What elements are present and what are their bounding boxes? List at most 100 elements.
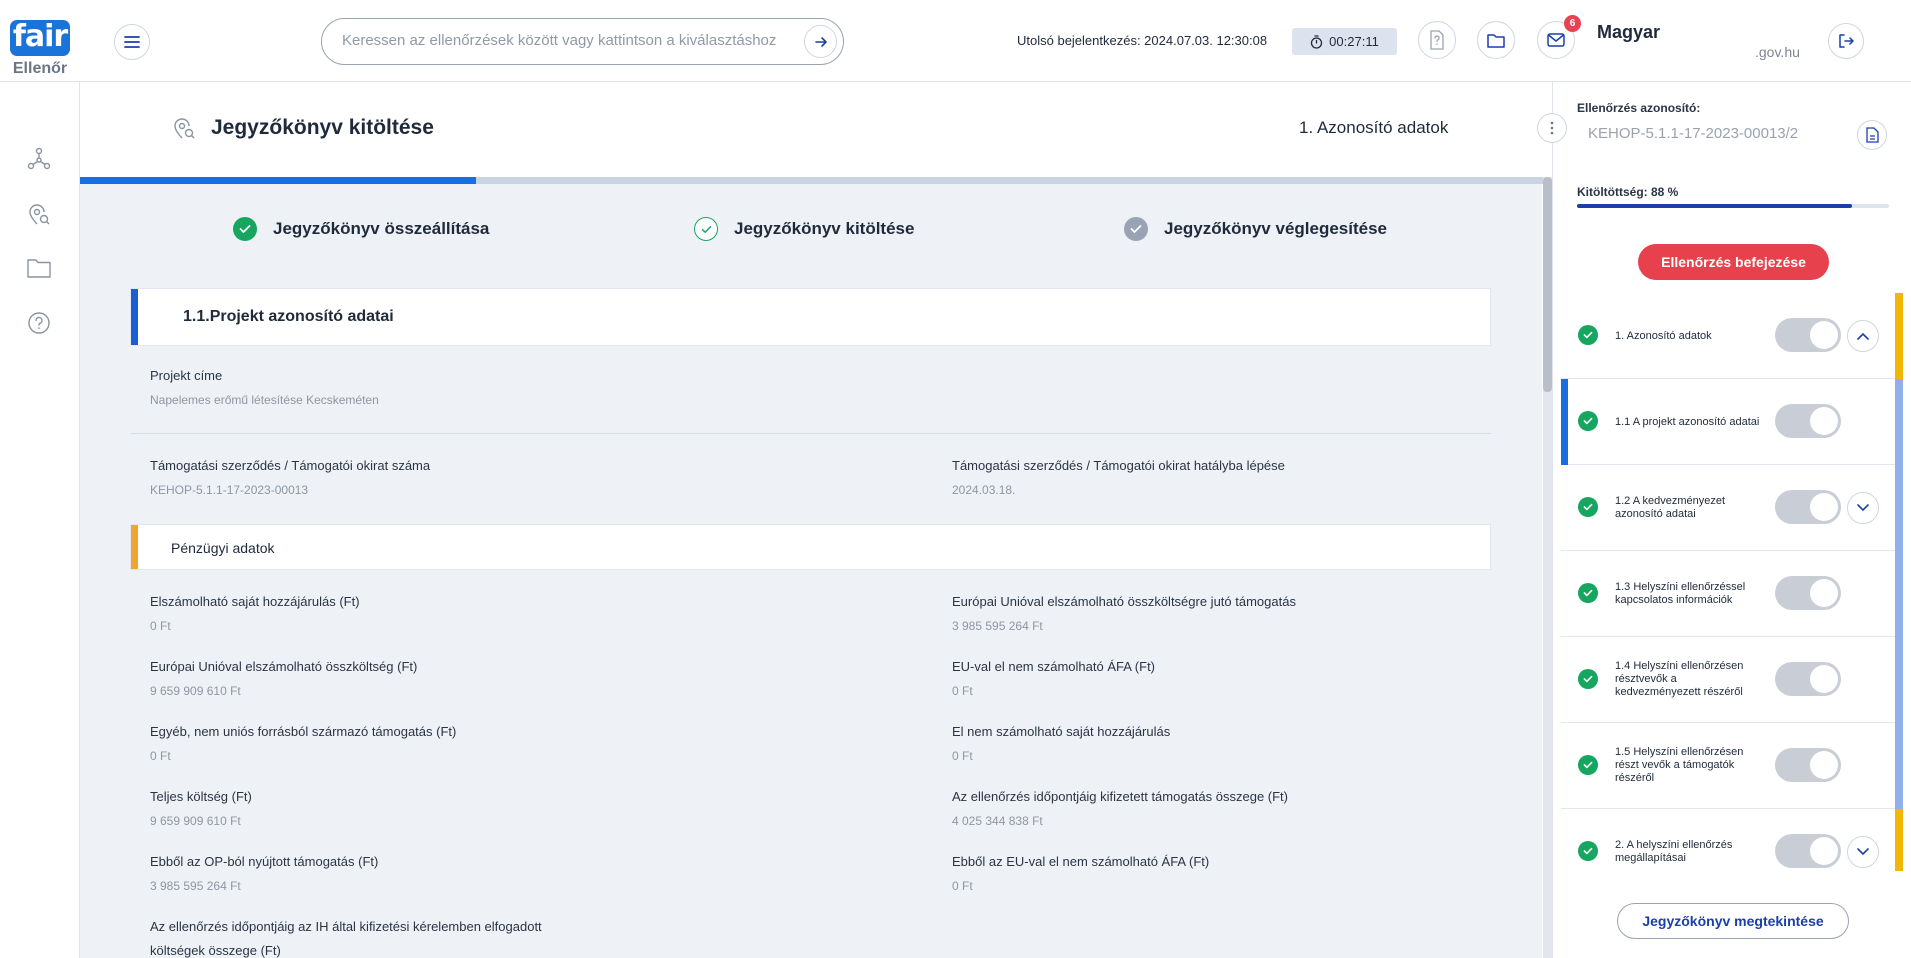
toc-item-label: 1. Azonosító adatok — [1615, 330, 1712, 342]
field-value: 3 985 595 264 Ft — [952, 619, 1043, 633]
folder-button[interactable] — [1477, 21, 1515, 59]
step-finalize[interactable]: Jegyzőkönyv véglegesítése — [1124, 217, 1387, 241]
field-value: 0 Ft — [150, 619, 171, 633]
field-value: 0 Ft — [952, 749, 973, 763]
sidebar-inspection-button[interactable] — [26, 201, 52, 227]
logo-subtitle: Ellenőr — [12, 60, 68, 77]
section-toggle[interactable] — [1775, 662, 1841, 696]
toc-item-label: 1.5 Helyszíni ellenőrzésen részt vevők a … — [1615, 746, 1744, 784]
sidebar-folder-button[interactable] — [26, 255, 52, 281]
document-question-icon — [1430, 30, 1444, 50]
help-circle-icon — [28, 312, 50, 334]
logo-mark: fair — [10, 20, 70, 56]
scroll-thumb[interactable] — [1543, 177, 1552, 392]
section-header: 1.1.Projekt azonosító adatai — [130, 288, 1491, 346]
sidebar-network-button[interactable] — [26, 146, 52, 172]
field-value: 9 659 909 610 Ft — [150, 684, 241, 698]
section-toggle[interactable] — [1775, 576, 1841, 610]
section-toc: 1. Azonosító adatok 1.1 A projekt azonos… — [1561, 293, 1903, 871]
message-count-badge: 6 — [1564, 15, 1581, 32]
field-label: Európai Unióval elszámolható összköltség… — [150, 659, 418, 674]
help-document-button[interactable] — [1418, 21, 1456, 59]
expand-button[interactable] — [1847, 492, 1879, 524]
finance-field: Ebből az EU-val el nem számolható ÁFA (F… — [952, 850, 1209, 893]
page-progress-fill — [80, 177, 477, 184]
step-compile[interactable]: Jegyzőkönyv összeállítása — [233, 217, 489, 241]
step-indicator: Jegyzőkönyv összeállítása Jegyzőkönyv ki… — [80, 184, 1542, 274]
finance-subsection-header: Pénzügyi adatok — [130, 524, 1491, 570]
last-login-text: Utolsó bejelentkezés: 2024.07.03. 12:30:… — [1017, 33, 1268, 48]
section-toggle[interactable] — [1775, 834, 1841, 868]
toc-item-label: 1.3 Helyszíni ellenőrzéssel kapcsolatos i… — [1615, 581, 1746, 606]
section-toggle[interactable] — [1775, 404, 1841, 438]
section-toggle[interactable] — [1775, 318, 1841, 352]
section-accent-bar — [131, 289, 138, 345]
toc-item-participants-supporters[interactable]: 1.5 Helyszíni ellenőrzésen részt vevők a … — [1561, 723, 1903, 809]
finance-field: EU-val el nem számolható ÁFA (Ft) 0 Ft — [952, 655, 1155, 698]
field-value: Napelemes erőmű létesítése Kecskeméten — [150, 393, 379, 407]
step-label: Jegyzőkönyv kitöltése — [734, 219, 915, 238]
left-sidebar — [0, 82, 80, 958]
field-value: 2024.03.18. — [952, 483, 1016, 497]
finish-inspection-button[interactable]: Ellenőrzés befejezése — [1638, 244, 1829, 280]
field-value: KEHOP-5.1.1-17-2023-00013 — [150, 483, 309, 497]
sidebar-help-button[interactable] — [26, 310, 52, 336]
toc-item-label: 2. A helyszíni ellenőrzés megállapításai — [1615, 839, 1733, 864]
toc-item-label: 1.4 Helyszíni ellenőrzésen résztvevők a ke… — [1615, 660, 1744, 698]
check-circle-icon — [233, 217, 257, 241]
kebab-icon — [1550, 121, 1554, 135]
messages-button[interactable]: 6 — [1537, 15, 1581, 59]
view-report-button[interactable]: Jegyzőkönyv megtekintése — [1617, 903, 1849, 939]
more-options-button[interactable] — [1537, 113, 1567, 143]
search-input[interactable] — [342, 32, 782, 49]
top-bar: fair Ellenőr Utolsó bejelentkezés: 2024.… — [0, 0, 1911, 82]
timer-value: 00:27:11 — [1329, 34, 1379, 49]
mail-icon — [1547, 33, 1565, 47]
section-toggle[interactable] — [1775, 490, 1841, 524]
document-icon — [1865, 127, 1879, 143]
check-circle-icon — [1578, 411, 1598, 431]
status-bar — [1895, 293, 1903, 379]
status-bar — [1895, 551, 1903, 637]
status-bar — [1895, 637, 1903, 723]
finance-field: Európai Unióval elszámolható összköltség… — [150, 655, 417, 698]
check-circle-outline-icon — [694, 217, 718, 241]
field-label: Egyéb, nem uniós forrásból származó támo… — [150, 724, 457, 739]
user-name: Magyar — [1597, 22, 1661, 42]
chevron-down-icon — [1857, 848, 1869, 856]
finance-field: Európai Unióval elszámolható összköltség… — [952, 590, 1296, 633]
toc-item-onsite-info[interactable]: 1.3 Helyszíni ellenőrzéssel kapcsolatos i… — [1561, 551, 1903, 637]
arrow-right-icon — [814, 36, 827, 47]
content-scrollbar[interactable] — [1543, 177, 1552, 958]
location-search-icon — [172, 116, 196, 145]
menu-button[interactable] — [114, 24, 150, 60]
right-panel: Ellenőrzés azonosító: KEHOP-5.1.1-17-202… — [1552, 82, 1911, 958]
app-logo[interactable]: fair Ellenőr — [10, 20, 70, 78]
user-domain: .gov.hu — [1755, 44, 1800, 60]
check-circle-icon — [1578, 583, 1598, 603]
toc-item-beneficiary[interactable]: 1.2 A kedvezményezet azonosító adatai — [1561, 465, 1903, 551]
inspection-document-button[interactable] — [1857, 120, 1887, 150]
logout-button[interactable] — [1828, 23, 1864, 59]
step-fill[interactable]: Jegyzőkönyv kitöltése — [694, 217, 914, 241]
search-submit-button[interactable] — [804, 25, 837, 58]
finance-field: Az ellenőrzés időpontjáig kifizetett tám… — [952, 785, 1288, 828]
stopwatch-icon — [1311, 34, 1323, 49]
toc-item-project-data[interactable]: 1.1 A projekt azonosító adatai — [1561, 379, 1903, 465]
field-label: EU-val el nem számolható ÁFA (Ft) — [952, 659, 1156, 674]
network-icon — [27, 147, 51, 170]
check-circle-icon — [1578, 669, 1598, 689]
section-toggle[interactable] — [1775, 748, 1841, 782]
location-search-icon — [29, 204, 50, 225]
collapse-button[interactable] — [1847, 320, 1879, 352]
toc-item-identification[interactable]: 1. Azonosító adatok — [1561, 293, 1903, 379]
contract-number-field: Támogatási szerződés / Támogatói okirat … — [150, 454, 430, 497]
field-label: Ebből az OP-ból nyújtott támogatás (Ft) — [150, 854, 379, 869]
field-label: Projekt címe — [150, 368, 223, 383]
expand-button[interactable] — [1847, 836, 1879, 868]
contract-date-field: Támogatási szerződés / Támogatói okirat … — [952, 454, 1285, 497]
search-box — [321, 18, 844, 65]
toc-item-findings[interactable]: 2. A helyszíni ellenőrzés megállapításai — [1561, 809, 1903, 871]
toc-item-participants-beneficiary[interactable]: 1.4 Helyszíni ellenőrzésen résztvevők a ke… — [1561, 637, 1903, 723]
field-label: Teljes költség (Ft) — [150, 789, 252, 804]
